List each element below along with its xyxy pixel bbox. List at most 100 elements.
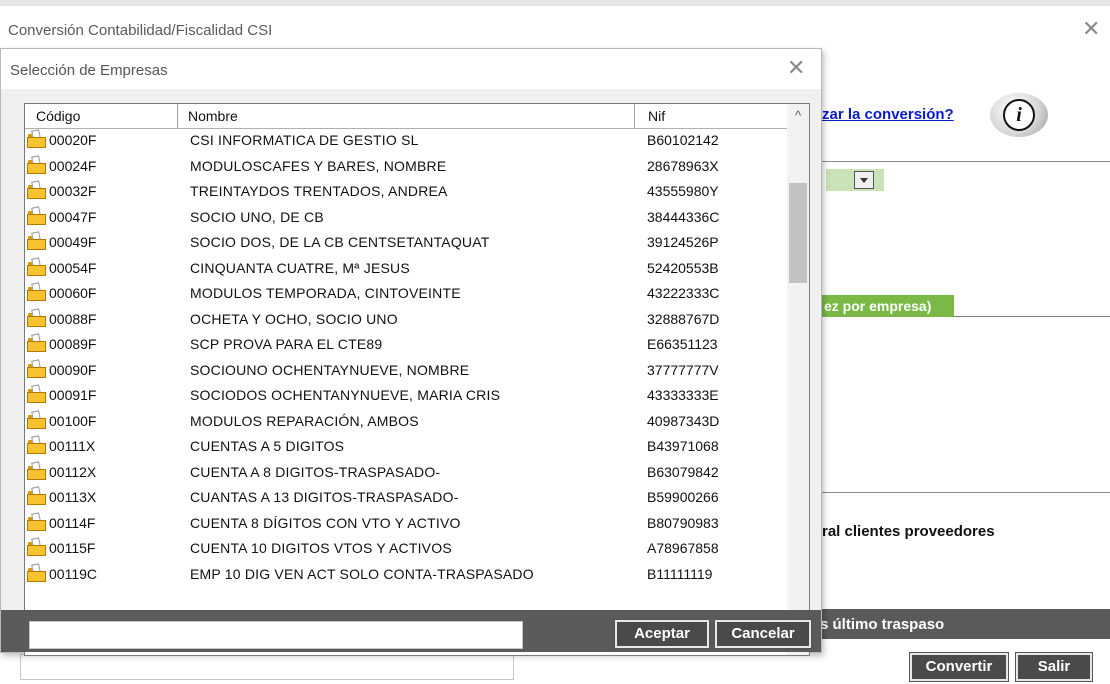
company-list[interactable]: Código Nombre Nif 00020F CSI INFORMATICA … <box>24 103 810 656</box>
help-question-link[interactable]: zar la conversión? <box>822 106 954 123</box>
company-folder-icon <box>27 282 47 301</box>
table-row[interactable]: 00113X CUANTAS A 13 DIGITOS-TRASPASADO- B5… <box>25 485 787 511</box>
company-nif: 52420553B <box>647 259 719 276</box>
company-code-cell: 00088F <box>27 307 96 332</box>
column-header-nif[interactable]: Nif <box>635 104 787 128</box>
table-row[interactable]: 00088F OCHETA Y OCHO, SOCIO UNO 32888767D <box>25 307 787 333</box>
company-code-cell: 00112X <box>27 460 96 485</box>
company-folder-icon <box>27 358 47 378</box>
company-code: 00024F <box>49 157 97 174</box>
company-code-cell: 00047F <box>27 205 96 230</box>
company-code-cell: 00024F <box>27 154 96 179</box>
company-name: TREINTAYDOS TRENTADOS, ANDREA <box>190 183 448 199</box>
accept-button[interactable]: Aceptar <box>614 619 710 649</box>
table-row[interactable]: 00032F TREINTAYDOS TRENTADOS, ANDREA 43555… <box>25 179 787 205</box>
company-folder-icon <box>27 180 47 199</box>
company-nif: 43333333E <box>647 387 719 403</box>
table-row[interactable]: 00112X CUENTA A 8 DIGITOS-TRASPASADO- B630… <box>25 460 787 486</box>
company-nif: B59900266 <box>647 489 719 505</box>
company-nif: B11111119 <box>647 565 713 582</box>
table-row[interactable]: 00047F SOCIO UNO, DE CB 38444336C <box>25 205 787 231</box>
company-name: CUANTAS A 13 DIGITOS-TRASPASADO- <box>190 489 459 505</box>
column-header-codigo[interactable]: Código <box>25 104 178 128</box>
info-button[interactable]: i <box>990 93 1048 137</box>
company-code-cell: 00060F <box>27 281 96 306</box>
table-row[interactable]: 00119C EMP 10 DIG VEN ACT SOLO CONTA-TRAS… <box>25 562 787 588</box>
scroll-up-icon[interactable]: ^ <box>787 108 809 126</box>
table-row[interactable]: 00091F SOCIODOS OCHENTANYNUEVE, MARIA CRI… <box>25 383 787 409</box>
company-folder-icon <box>27 435 47 454</box>
convert-button[interactable]: Convertir <box>909 652 1009 682</box>
company-code-cell: 00090F <box>27 358 96 383</box>
chevron-down-icon[interactable] <box>854 171 874 189</box>
company-folder-icon <box>27 562 47 582</box>
company-name: SOCIO UNO, DE CB <box>190 208 324 225</box>
table-row[interactable]: 00020F CSI INFORMATICA DE GESTIO SL B60102… <box>25 128 787 154</box>
table-row[interactable]: 00089F SCP PROVA PARA EL CTE89 E66351123 <box>25 332 787 358</box>
table-row[interactable]: 00111X CUENTAS A 5 DIGITOS B43971068 <box>25 434 787 460</box>
company-code-cell: 00089F <box>27 332 96 357</box>
company-folder-icon <box>27 129 47 148</box>
company-folder-icon <box>27 256 47 276</box>
clients-suppliers-label: ral clientes proveedores <box>822 523 995 540</box>
company-name: CINQUANTA CUATRE, Mª JESUS <box>190 259 410 276</box>
company-name: SOCIO DOS, DE LA CB CENTSETANTAQUAT <box>190 234 490 250</box>
main-text-input[interactable] <box>20 654 514 680</box>
company-code: 00091F <box>49 387 97 403</box>
cancel-button[interactable]: Cancelar <box>714 619 812 649</box>
divider <box>822 161 1110 162</box>
table-row[interactable]: 00054F CINQUANTA CUATRE, Mª JESUS 52420553… <box>25 256 787 282</box>
table-row[interactable]: 00060F MODULOS TEMPORADA, CINTOVEINTE 4322… <box>25 281 787 307</box>
company-nif: E66351123 <box>647 336 718 352</box>
company-name: CUENTA A 8 DIGITOS-TRASPASADO- <box>190 463 441 480</box>
table-row[interactable]: 00115F CUENTA 10 DIGITOS VTOS Y ACTIVOS A7… <box>25 536 787 562</box>
mode-tab[interactable]: ez por empresa) <box>820 295 954 317</box>
table-row[interactable]: 00090F SOCIOUNO OCHENTAYNUEVE, NOMBRE 3777… <box>25 358 787 384</box>
exit-button[interactable]: Salir <box>1015 652 1093 682</box>
vertical-scrollbar[interactable]: ^ v <box>787 104 809 655</box>
company-nif: 28678963X <box>647 157 719 174</box>
table-row[interactable]: 00114F CUENTA 8 DÍGITOS CON VTO Y ACTIVO B… <box>25 511 787 537</box>
company-code-cell: 00111X <box>27 434 95 459</box>
search-input[interactable] <box>29 621 523 649</box>
company-code: 00047F <box>49 208 97 225</box>
list-header: Código Nombre Nif <box>25 104 787 129</box>
company-name: SCP PROVA PARA EL CTE89 <box>190 336 383 352</box>
company-code: 00111X <box>49 438 96 454</box>
company-nif: 43222333C <box>647 285 720 301</box>
column-header-nombre[interactable]: Nombre <box>178 104 635 128</box>
dialog-title: Selección de Empresas <box>10 62 168 79</box>
company-code-cell: 00049F <box>27 230 96 255</box>
company-name: CUENTA 10 DIGITOS VTOS Y ACTIVOS <box>190 540 452 556</box>
company-code: 00115F <box>49 540 96 556</box>
last-transfer-label: s último traspaso <box>820 616 945 633</box>
company-code: 00112X <box>49 463 97 480</box>
table-row[interactable]: 00100F MODULOS REPARACIÓN, AMBOS 40987343D <box>25 409 787 435</box>
company-nif: B80790983 <box>647 514 719 531</box>
company-code: 00100F <box>49 412 97 429</box>
table-row[interactable]: 00024F MODULOSCAFES Y BARES, NOMBRE 286789… <box>25 154 787 180</box>
company-name: MODULOS REPARACIÓN, AMBOS <box>190 412 419 429</box>
company-folder-icon <box>27 384 47 403</box>
company-code: 00114F <box>49 514 96 531</box>
company-name: OCHETA Y OCHO, SOCIO UNO <box>190 310 398 327</box>
scrollbar-thumb[interactable] <box>789 183 807 283</box>
company-name: CSI INFORMATICA DE GESTIO SL <box>190 132 419 148</box>
company-code-cell: 00100F <box>27 409 96 434</box>
company-nif: B43971068 <box>647 438 719 454</box>
company-folder-icon <box>27 231 47 250</box>
company-folder-icon <box>27 205 47 225</box>
company-code-cell: 00091F <box>27 383 96 408</box>
company-name: EMP 10 DIG VEN ACT SOLO CONTA-TRASPASADO <box>190 565 534 582</box>
company-name: CUENTA 8 DÍGITOS CON VTO Y ACTIVO <box>190 514 461 531</box>
close-icon[interactable]: ✕ <box>787 55 805 81</box>
table-row[interactable]: 00049F SOCIO DOS, DE LA CB CENTSETANTAQUA… <box>25 230 787 256</box>
company-folder-icon <box>27 307 47 327</box>
company-name: SOCIODOS OCHENTANYNUEVE, MARIA CRIS <box>190 387 501 403</box>
company-nif: 40987343D <box>647 412 720 429</box>
company-folder-icon <box>27 537 47 556</box>
company-code: 00089F <box>49 336 97 352</box>
company-nif: 39124526P <box>647 234 719 250</box>
company-code: 00020F <box>49 132 97 148</box>
close-icon[interactable]: ✕ <box>1082 16 1100 42</box>
